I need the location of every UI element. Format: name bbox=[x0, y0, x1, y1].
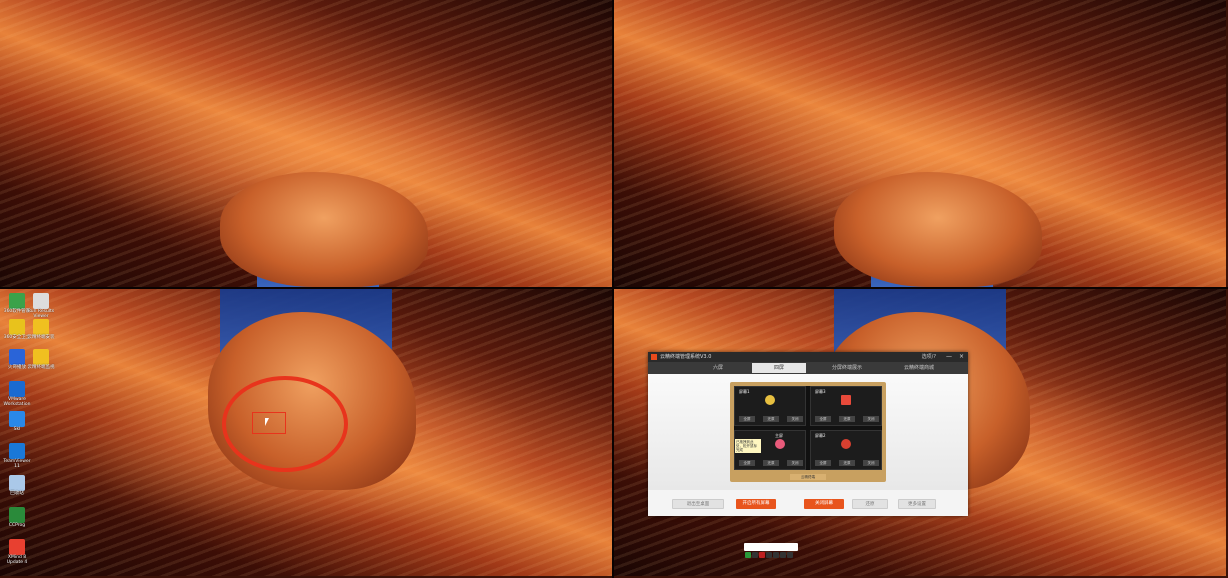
tray-app-icon[interactable] bbox=[780, 552, 786, 558]
monitor-frame: 屏幕1 全屏 还原 关闭 屏幕3 全屏 还原 关闭 主屏 已拖拽到此处，松开鼠标… bbox=[730, 382, 886, 482]
desktop-icon[interactable]: SkI bbox=[2, 411, 32, 432]
tray-app-icon[interactable] bbox=[766, 552, 772, 558]
desktop-icon[interactable]: Run Results Viewer bbox=[26, 293, 56, 319]
desktop-icon[interactable]: 云精终端监视 bbox=[26, 349, 56, 370]
app-icon bbox=[33, 349, 49, 365]
monitor-preview: 屏幕1 全屏 还原 关闭 屏幕3 全屏 还原 关闭 主屏 已拖拽到此处，松开鼠标… bbox=[648, 374, 968, 490]
app-icon bbox=[9, 507, 25, 523]
app-window: 云精终端管理系统V3.0 选项/? — × 六屏 四屏 分屏终端展示 云精终端商… bbox=[648, 352, 968, 516]
monitor-screen: 屏幕1 全屏 还原 关闭 屏幕3 全屏 还原 关闭 主屏 已拖拽到此处，松开鼠标… bbox=[734, 386, 882, 470]
app-icon bbox=[9, 319, 25, 335]
title-bar: 云精终端管理系统V3.0 选项/? — × bbox=[648, 352, 968, 362]
screen-cell[interactable]: 屏幕2 全屏 还原 关闭 bbox=[810, 430, 882, 470]
tray-app-icon[interactable] bbox=[773, 552, 779, 558]
annotation-rectangle bbox=[252, 412, 286, 434]
more-settings-button[interactable]: 更多设置 bbox=[898, 499, 936, 509]
minimize-button[interactable]: — bbox=[946, 353, 952, 360]
app-icon bbox=[9, 539, 25, 555]
tab-six-screens[interactable]: 六屏 bbox=[688, 363, 748, 373]
close-button[interactable]: × bbox=[959, 353, 964, 360]
screen-app-icon bbox=[765, 395, 775, 405]
tab-bar: 六屏 四屏 分屏终端展示 云精终端商城 bbox=[648, 362, 968, 374]
desktop-icon[interactable]: 云精终端安装 bbox=[26, 319, 56, 340]
desktop-icon[interactable]: VMware Workstation bbox=[2, 381, 32, 407]
app-icon bbox=[9, 411, 25, 427]
close-screens-button[interactable]: 关闭屏幕 bbox=[804, 499, 844, 509]
tab-split-display[interactable]: 分屏终端展示 bbox=[812, 363, 882, 373]
restore-button[interactable]: 还原 bbox=[763, 416, 779, 422]
fullscreen-button[interactable]: 全屏 bbox=[739, 416, 755, 422]
desktop-icon[interactable]: CCProg bbox=[2, 507, 32, 528]
screen-app-icon bbox=[775, 439, 785, 449]
tray-app-icon[interactable] bbox=[787, 552, 793, 558]
mouse-cursor-icon bbox=[265, 418, 269, 426]
desktop-icon[interactable]: XMind 8 Update 4 bbox=[2, 539, 32, 565]
exit-to-desktop-button[interactable]: 退出至桌面 bbox=[672, 499, 724, 509]
monitor-stand-label: 云精终端 bbox=[790, 474, 826, 480]
tray-app-icon[interactable] bbox=[752, 552, 758, 558]
desktop-quadrant-top-right bbox=[614, 0, 1226, 287]
screen-divider-horizontal bbox=[0, 287, 1228, 289]
screen-app-icon bbox=[841, 439, 851, 449]
app-icon bbox=[9, 443, 25, 459]
app-icon bbox=[33, 293, 49, 309]
desktop-quadrant-top-left bbox=[0, 0, 612, 287]
desktop-icons: 360软件管家 Run Results Viewer 360安全卫士 云精终端安… bbox=[0, 289, 60, 578]
close-screen-button[interactable]: 关闭 bbox=[863, 416, 879, 422]
fullscreen-button[interactable]: 全屏 bbox=[815, 416, 831, 422]
restore-all-button[interactable]: 还原 bbox=[852, 499, 888, 509]
app-logo-icon bbox=[651, 354, 657, 360]
close-screen-button[interactable]: 关闭 bbox=[787, 416, 803, 422]
close-screen-button[interactable]: 关闭 bbox=[787, 460, 803, 466]
screen-cell[interactable]: 屏幕1 全屏 还原 关闭 bbox=[734, 386, 806, 426]
fullscreen-button[interactable]: 全屏 bbox=[739, 460, 755, 466]
app-icon bbox=[9, 349, 25, 365]
desktop-icon[interactable]: 回收站 bbox=[2, 475, 32, 496]
screen-cell[interactable]: 主屏 已拖拽到此处，松开鼠标完成 全屏 还原 关闭 bbox=[734, 430, 806, 470]
options-menu[interactable]: 选项/? bbox=[922, 353, 936, 360]
screen-app-icon bbox=[841, 395, 851, 405]
open-all-screens-button[interactable]: 开启所有屏幕 bbox=[736, 499, 776, 509]
desktop-icon[interactable]: TeamViewer 11 bbox=[2, 443, 32, 469]
floating-toolbar[interactable] bbox=[744, 543, 798, 558]
app-icon bbox=[9, 293, 25, 309]
screen-divider-vertical bbox=[612, 0, 614, 578]
footer-bar: 退出至桌面 开启所有屏幕 关闭屏幕 还原 更多设置 bbox=[648, 492, 968, 516]
screen-cell[interactable]: 屏幕3 全屏 还原 关闭 bbox=[810, 386, 882, 426]
tray-app-icon[interactable] bbox=[745, 552, 751, 558]
close-screen-button[interactable]: 关闭 bbox=[863, 460, 879, 466]
tray-app-icon[interactable] bbox=[759, 552, 765, 558]
restore-button[interactable]: 还原 bbox=[839, 416, 855, 422]
tab-store[interactable]: 云精终端商城 bbox=[884, 363, 954, 373]
fullscreen-button[interactable]: 全屏 bbox=[815, 460, 831, 466]
restore-button[interactable]: 还原 bbox=[763, 460, 779, 466]
recycle-bin-icon bbox=[9, 475, 25, 491]
drop-tooltip: 已拖拽到此处，松开鼠标完成 bbox=[735, 439, 761, 453]
restore-button[interactable]: 还原 bbox=[839, 460, 855, 466]
tab-four-screens[interactable]: 四屏 bbox=[752, 363, 806, 373]
app-icon bbox=[33, 319, 49, 335]
app-icon bbox=[9, 381, 25, 397]
window-title: 云精终端管理系统V3.0 bbox=[660, 354, 712, 360]
